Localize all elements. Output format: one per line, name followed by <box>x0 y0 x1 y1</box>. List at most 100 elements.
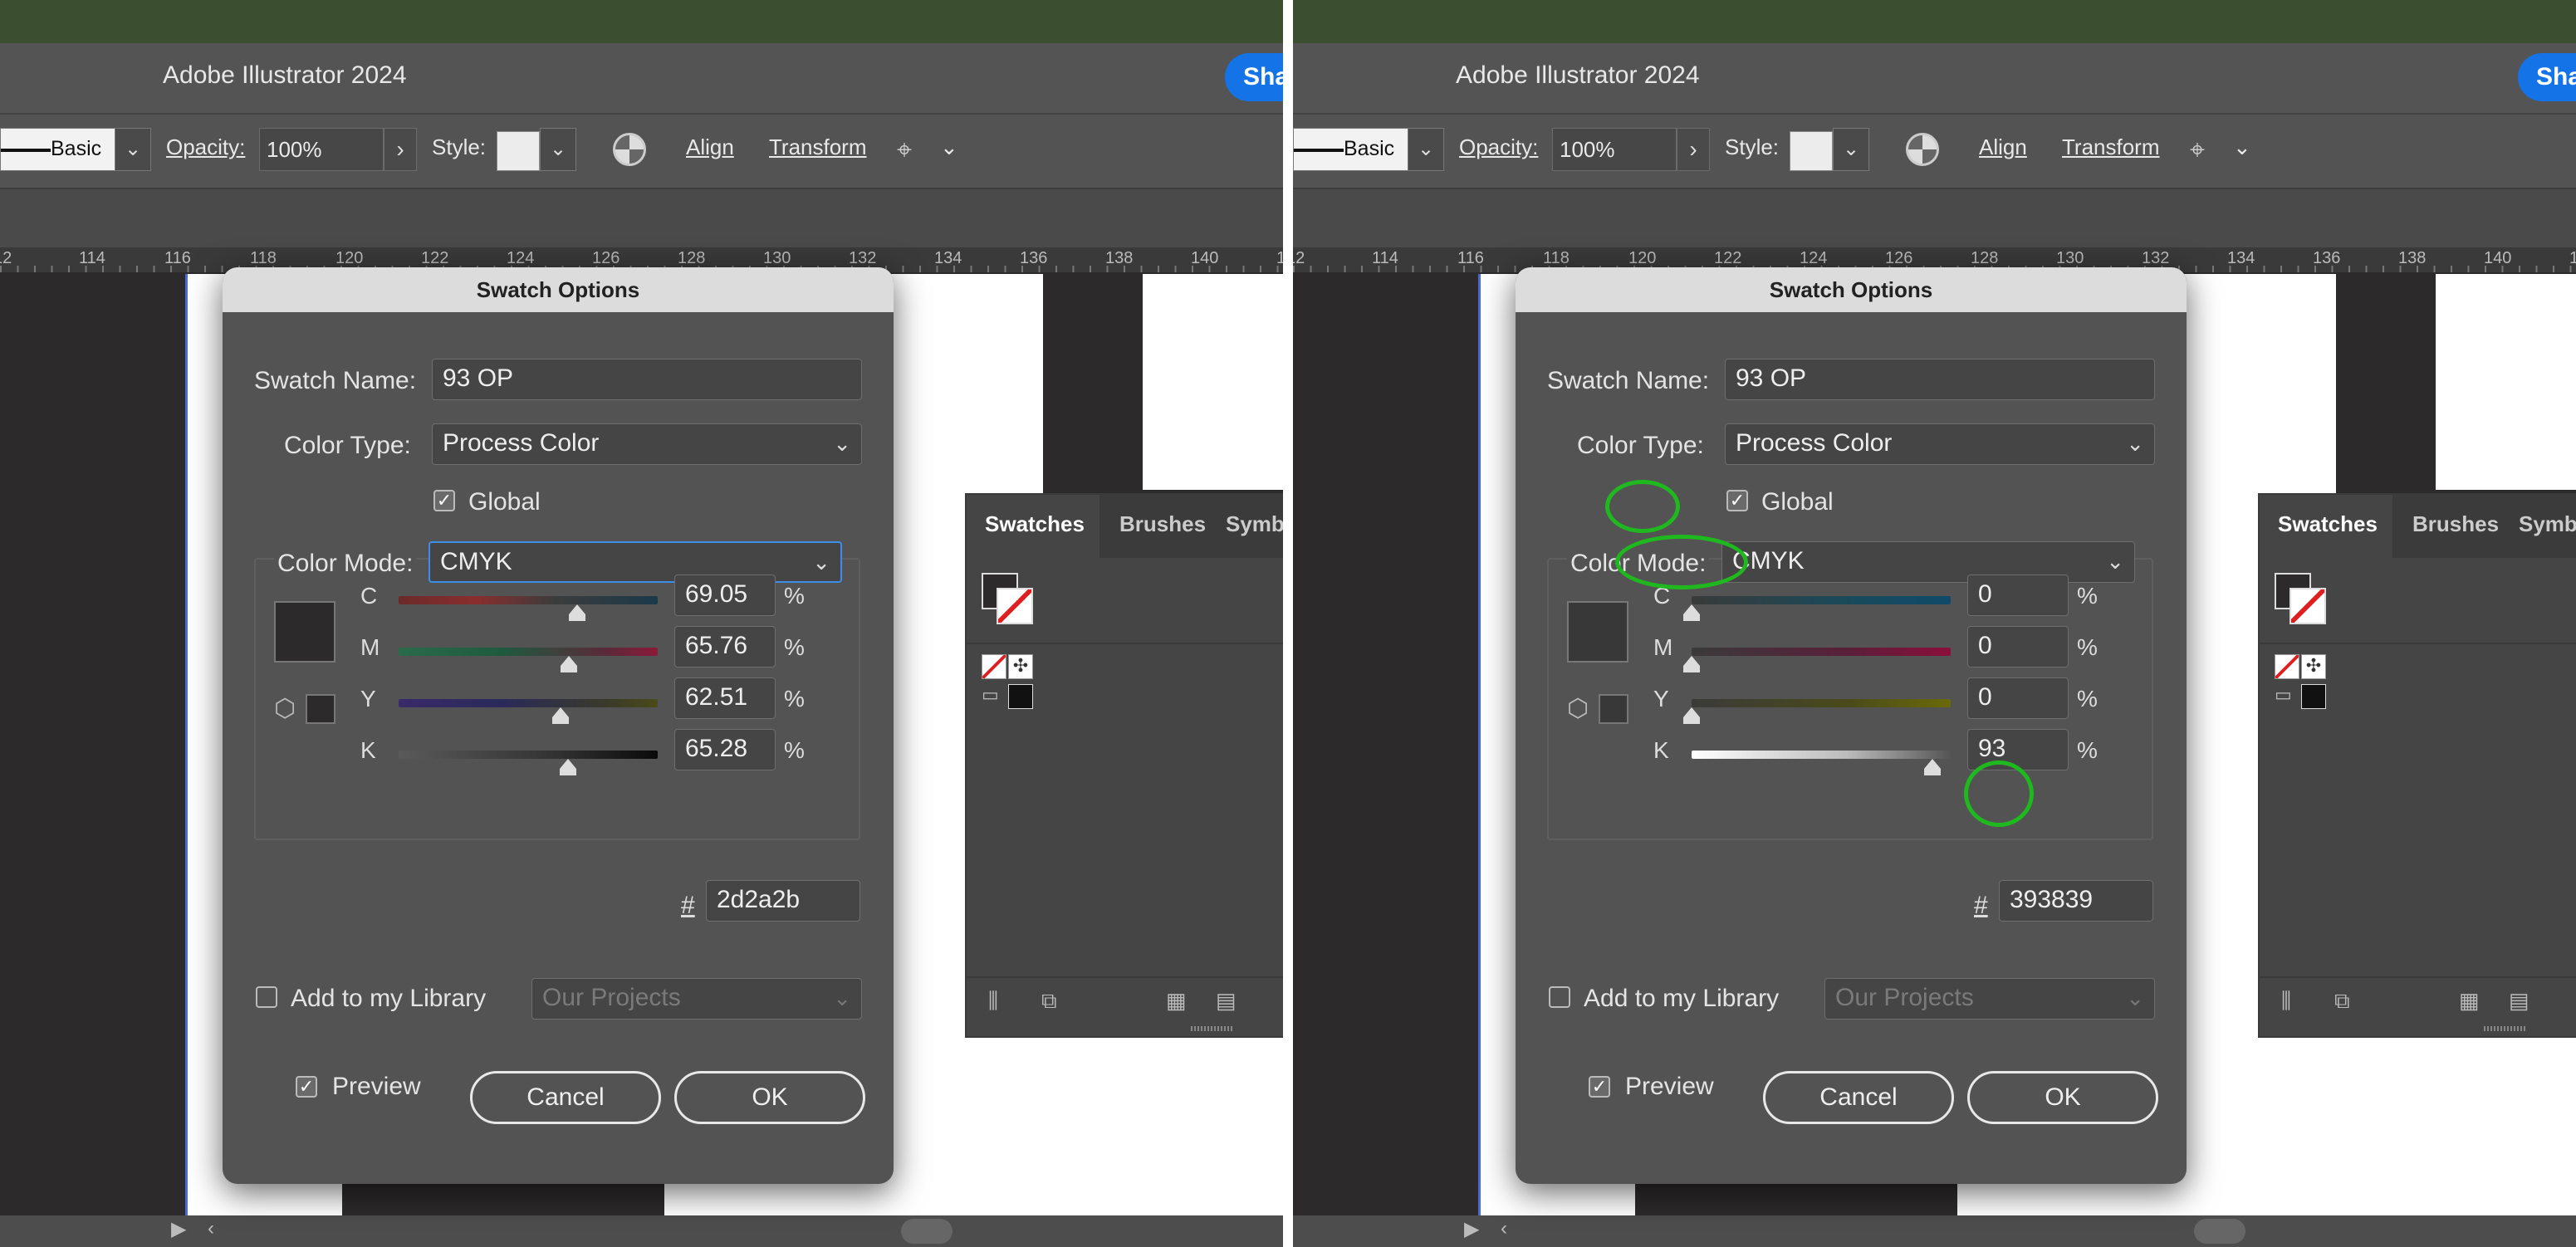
slider-thumb-y[interactable] <box>1683 707 1700 724</box>
select-similar-chevron-icon[interactable]: ⌄ <box>2233 134 2251 160</box>
stroke-swatch[interactable] <box>997 588 1033 624</box>
swatch-name-input[interactable]: 93 OP <box>1725 359 2155 400</box>
registration-swatch[interactable]: ✣ <box>2301 654 2326 679</box>
channel-value-m[interactable]: 65.76 <box>674 626 776 668</box>
slider-track-c[interactable] <box>399 596 658 604</box>
channel-value-m[interactable]: 0 <box>1967 626 2069 668</box>
library-dropdown[interactable]: Our Projects ⌄ <box>1824 978 2155 1020</box>
horizontal-scroll-thumb[interactable] <box>901 1219 953 1244</box>
resize-grip[interactable] <box>1191 1026 1232 1031</box>
scroll-left-icon[interactable]: ‹ <box>208 1217 214 1240</box>
channel-value-y[interactable]: 62.51 <box>674 677 776 719</box>
color-type-dropdown[interactable]: Process Color ⌄ <box>1725 423 2155 465</box>
opacity-label[interactable]: Opacity: <box>1459 134 1538 160</box>
tab-brushes[interactable]: Brushes <box>2412 511 2499 537</box>
tab-swatches[interactable]: Swatches <box>2278 511 2378 537</box>
swatch-libraries-icon[interactable]: ⫼ <box>2281 988 2291 1015</box>
black-swatch[interactable] <box>1008 684 1033 709</box>
tab-symbols[interactable]: Symb <box>2519 511 2576 537</box>
swatch-name-input[interactable]: 93 OP <box>432 359 862 400</box>
graphic-style-swatch[interactable] <box>497 131 540 171</box>
slider-track-m[interactable] <box>1692 648 1951 656</box>
share-button[interactable]: Sha <box>1225 53 1283 101</box>
slider-thumb-k[interactable] <box>559 759 576 775</box>
tab-swatches[interactable]: Swatches <box>985 511 1085 537</box>
graphic-style-swatch[interactable] <box>1790 131 1833 171</box>
opacity-field[interactable]: 100% <box>1552 128 1677 171</box>
stroke-style-dropdown[interactable]: ⌄ <box>115 128 151 171</box>
resize-grip[interactable] <box>2484 1026 2525 1031</box>
horizontal-scroll-thumb[interactable] <box>2194 1219 2245 1244</box>
swatch-options-icon[interactable]: ▤ <box>1216 988 1237 1014</box>
opacity-field[interactable]: 100% <box>259 128 384 171</box>
add-library-checkbox[interactable] <box>1549 986 1570 1008</box>
slider-track-c[interactable] <box>1692 596 1951 604</box>
stroke-swatch[interactable] <box>2290 588 2326 624</box>
select-similar-icon[interactable]: ⌖ <box>897 134 912 166</box>
global-checkbox[interactable]: ✓ <box>433 490 455 511</box>
slider-track-k[interactable] <box>1692 751 1951 759</box>
slider-track-y[interactable] <box>1692 699 1951 707</box>
slider-thumb-y[interactable] <box>552 707 570 724</box>
slider-track-m[interactable] <box>399 648 658 656</box>
color-type-dropdown[interactable]: Process Color ⌄ <box>432 423 862 465</box>
slider-thumb-c[interactable] <box>1683 604 1700 621</box>
place-swatches-icon[interactable]: ⧉ <box>1041 988 1057 1015</box>
swatch-options-icon[interactable]: ▤ <box>2509 988 2529 1014</box>
out-of-gamut-cube-icon[interactable]: ⬡ <box>1567 694 1589 723</box>
gamut-swatch[interactable] <box>1599 694 1628 724</box>
share-button[interactable]: Sha <box>2518 53 2576 101</box>
slider-thumb-m[interactable] <box>1683 656 1700 672</box>
channel-value-y[interactable]: 0 <box>1967 677 2069 719</box>
select-similar-chevron-icon[interactable]: ⌄ <box>940 134 958 160</box>
recolor-artwork-icon[interactable] <box>613 133 646 166</box>
next-artboard-icon[interactable]: ▶ <box>171 1217 186 1241</box>
select-similar-icon[interactable]: ⌖ <box>2190 134 2205 166</box>
place-swatches-icon[interactable]: ⧉ <box>2334 988 2350 1015</box>
channel-value-c[interactable]: 69.05 <box>674 575 776 616</box>
tab-symbols[interactable]: Symb <box>1226 511 1283 537</box>
slider-thumb-c[interactable] <box>569 604 586 621</box>
preview-checkbox[interactable]: ✓ <box>296 1076 317 1098</box>
recolor-artwork-icon[interactable] <box>1906 133 1939 166</box>
stroke-style-dropdown[interactable]: ⌄ <box>1408 128 1444 171</box>
slider-thumb-m[interactable] <box>561 656 578 672</box>
slider-track-y[interactable] <box>399 699 658 707</box>
show-kinds-icon[interactable]: ▦ <box>1166 988 1187 1014</box>
align-link[interactable]: Align <box>686 134 734 160</box>
ok-button[interactable]: OK <box>674 1071 865 1124</box>
preview-checkbox[interactable]: ✓ <box>1589 1076 1610 1098</box>
show-kinds-icon[interactable]: ▦ <box>2459 988 2480 1014</box>
color-mode-dropdown[interactable]: CMYK ⌄ <box>1721 541 2135 583</box>
transform-link[interactable]: Transform <box>2062 134 2160 160</box>
registration-swatch[interactable]: ✣ <box>1008 654 1033 679</box>
none-swatch[interactable] <box>2275 654 2299 679</box>
slider-track-k[interactable] <box>399 751 658 759</box>
hex-input[interactable]: 2d2a2b <box>706 880 860 922</box>
graphic-style-dropdown[interactable]: ⌄ <box>1833 128 1869 171</box>
tab-brushes[interactable]: Brushes <box>1119 511 1206 537</box>
swatch-libraries-icon[interactable]: ⫼ <box>988 988 998 1015</box>
channel-value-k[interactable]: 65.28 <box>674 729 776 770</box>
transform-link[interactable]: Transform <box>769 134 867 160</box>
opacity-arrow-button[interactable]: › <box>1677 128 1710 171</box>
align-link[interactable]: Align <box>1979 134 2027 160</box>
opacity-label[interactable]: Opacity: <box>166 134 245 160</box>
ok-button[interactable]: OK <box>1967 1071 2158 1124</box>
library-dropdown[interactable]: Our Projects ⌄ <box>531 978 862 1020</box>
out-of-gamut-cube-icon[interactable]: ⬡ <box>274 694 296 723</box>
opacity-arrow-button[interactable]: › <box>384 128 417 171</box>
global-checkbox[interactable]: ✓ <box>1726 490 1748 511</box>
none-swatch[interactable] <box>982 654 1006 679</box>
cancel-button[interactable]: Cancel <box>1763 1071 1954 1124</box>
cancel-button[interactable]: Cancel <box>470 1071 661 1124</box>
next-artboard-icon[interactable]: ▶ <box>1464 1217 1479 1241</box>
add-library-checkbox[interactable] <box>256 986 277 1008</box>
hex-input[interactable]: 393839 <box>1999 880 2153 922</box>
channel-value-c[interactable]: 0 <box>1967 575 2069 616</box>
graphic-style-dropdown[interactable]: ⌄ <box>540 128 576 171</box>
black-swatch[interactable] <box>2301 684 2326 709</box>
scroll-left-icon[interactable]: ‹ <box>1501 1217 1507 1240</box>
color-mode-dropdown[interactable]: CMYK ⌄ <box>429 541 842 583</box>
gamut-swatch[interactable] <box>306 694 335 724</box>
